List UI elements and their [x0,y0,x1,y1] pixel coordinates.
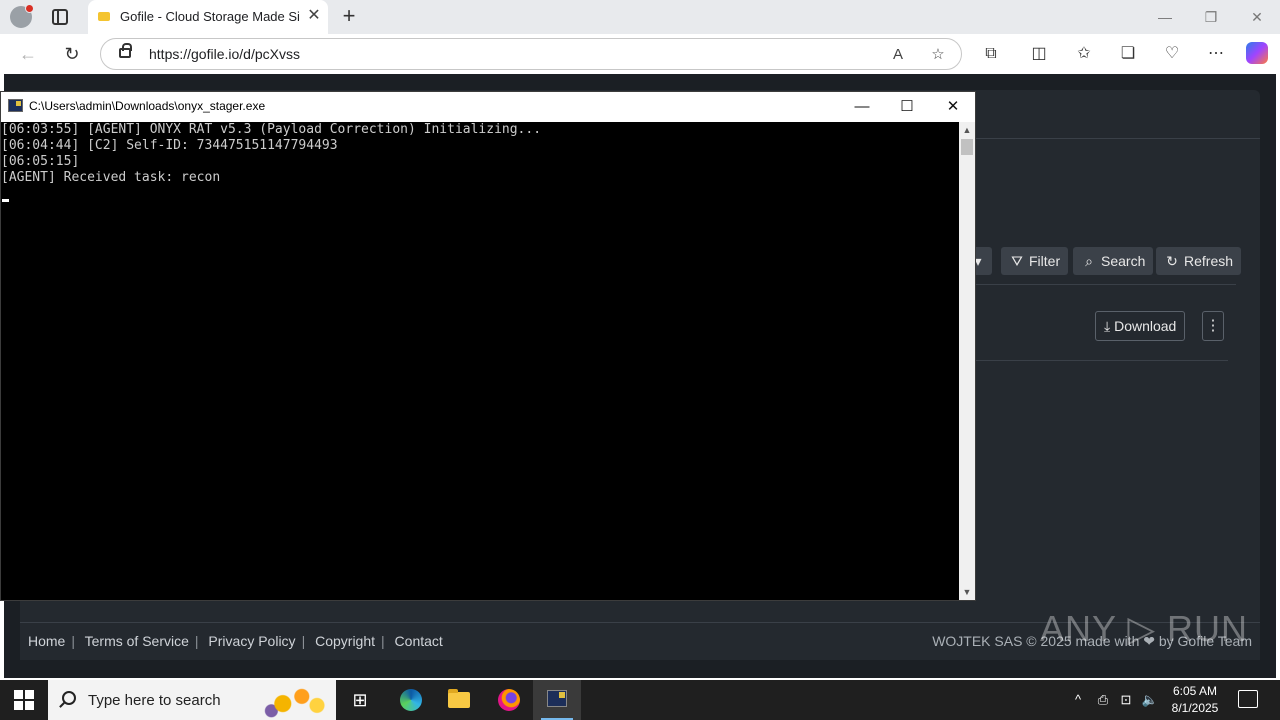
gofile-favicon-icon [98,12,110,21]
console-close-button[interactable]: ✕ [938,95,968,119]
filter-button[interactable]: ⛛ Filter [1001,247,1069,275]
console-line: [AGENT] Received task: recon [1,170,221,185]
footer-link-copyright[interactable]: Copyright [315,633,375,649]
console-maximize-button[interactable]: ☐ [892,95,922,119]
search-label: Search [1101,253,1146,269]
extensions-icon[interactable]: ⧉ [979,42,1003,66]
footer-links: Home | Terms of Service | Privacy Policy | … [28,633,443,649]
scroll-down-arrow-icon[interactable]: ▼ [959,584,975,600]
task-view-icon: ⊞ [352,690,368,710]
taskbar-file-explorer[interactable] [435,680,483,720]
search-icon: ⌕ [1085,253,1093,269]
firefox-icon [498,689,520,711]
read-aloud-icon[interactable]: A [887,44,909,66]
taskbar-firefox[interactable] [484,680,532,720]
window-restore-button[interactable]: ❐ [1196,6,1226,28]
clock-date: 8/1/2025 [1171,701,1219,715]
collections-icon[interactable]: ❏ [1116,42,1140,66]
window-close-button[interactable]: ✕ [1242,6,1272,28]
refresh-icon: ↻ [1166,253,1178,269]
scroll-up-arrow-icon[interactable]: ▲ [959,122,975,138]
footer-link-contact[interactable]: Contact [395,633,443,649]
clock-time: 6:05 AM [1172,684,1218,698]
tab-actions-icon[interactable] [52,9,68,25]
notifications-icon[interactable] [1238,690,1258,708]
taskbar: Type here to search ⊞ ^ ⎙ ⊡ 🔈 6:05 AM 8/… [0,680,1280,720]
lock-icon[interactable] [119,43,132,58]
refresh-button[interactable]: ↻ Refresh [1156,247,1242,275]
show-hidden-icons-chevron-icon[interactable]: ^ [1068,690,1088,710]
console-scrollbar[interactable]: ▲ ▼ [959,122,975,600]
device-icon[interactable]: ⎙ [1093,690,1113,710]
browser-tab-gofile[interactable]: Gofile - Cloud Storage Made Simple ✕ [88,0,328,34]
tab-title: Gofile - Cloud Storage Made Simple [120,9,300,24]
file-options-button[interactable]: ⋮ [1202,311,1224,341]
console-minimize-button[interactable]: — [847,95,877,119]
text-cursor [2,199,9,202]
favorites-icon[interactable]: ✩ [1072,42,1096,66]
new-tab-button[interactable]: + [338,4,360,28]
footer-link-terms[interactable]: Terms of Service [85,633,189,649]
profile-avatar-icon[interactable] [10,4,34,28]
windows-start-icon[interactable] [14,690,34,710]
tab-close-button[interactable]: ✕ [304,6,324,26]
browser-essentials-icon[interactable]: ♡ [1160,42,1184,66]
console-title-bar[interactable]: C:\Users\admin\Downloads\onyx_stager.exe… [1,92,975,122]
window-minimize-button[interactable]: — [1150,6,1180,28]
url-text[interactable]: https://gofile.io/d/pcXvss [149,46,300,62]
more-icon[interactable]: ⋯ [1204,42,1228,66]
filter-label: Filter [1029,253,1061,269]
address-toolbar: ← ↻ https://gofile.io/d/pcXvss A ☆ ⧉ ◫ ✩… [0,34,1280,74]
console-line: [06:03:55] [AGENT] ONYX RAT v5.3 (Payloa… [1,122,542,137]
console-line: [06:04:44] [C2] Self-ID: 734475151147794… [1,138,338,153]
taskbar-console[interactable] [533,680,581,720]
footer-link-home[interactable]: Home [28,633,65,649]
download-label: Download [1114,318,1177,334]
footer-link-privacy[interactable]: Privacy Policy [208,633,295,649]
favorite-star-icon[interactable]: ☆ [927,44,949,66]
console-output[interactable]: [06:03:55] [AGENT] ONYX RAT v5.3 (Payloa… [1,122,959,600]
console-title: C:\Users\admin\Downloads\onyx_stager.exe [29,99,266,113]
system-clock[interactable]: 6:05 AM 8/1/2025 [1160,683,1230,717]
refresh-label: Refresh [1184,253,1234,269]
console-app-icon [8,99,23,112]
filter-icon: ⛛ [1011,253,1023,269]
divider [976,284,1236,285]
download-button[interactable]: ⤓ Download [1095,311,1186,341]
console-app-icon [547,690,567,707]
anyrun-watermark: ANY ▷ RUN [1040,608,1249,649]
search-icon [62,691,76,705]
copilot-icon[interactable] [1246,42,1268,64]
console-window[interactable]: C:\Users\admin\Downloads\onyx_stager.exe… [0,91,976,601]
search-button[interactable]: ⌕ Search [1073,247,1154,275]
refresh-icon[interactable]: ↻ [60,42,84,66]
taskbar-edge[interactable] [386,680,434,720]
volume-icon[interactable]: 🔈 [1140,690,1160,710]
taskbar-search-placeholder: Type here to search [88,692,221,709]
scroll-thumb[interactable] [961,139,973,155]
back-arrow-icon[interactable]: ← [16,42,40,66]
divider [976,360,1228,361]
edge-icon [400,689,422,711]
file-explorer-icon [448,689,470,708]
download-icon: ⤓ [1104,318,1115,334]
split-screen-icon[interactable]: ◫ [1027,42,1051,66]
search-highlight-flowers-icon [260,682,336,718]
task-view-button[interactable]: ⊞ [336,680,384,720]
address-bar[interactable]: https://gofile.io/d/pcXvss A ☆ [100,38,962,70]
taskbar-search-box[interactable]: Type here to search [48,680,336,720]
browser-tab-bar: Gofile - Cloud Storage Made Simple ✕ + —… [0,0,1280,34]
network-icon[interactable]: ⊡ [1116,690,1136,710]
console-line: [06:05:15] [1,154,80,169]
